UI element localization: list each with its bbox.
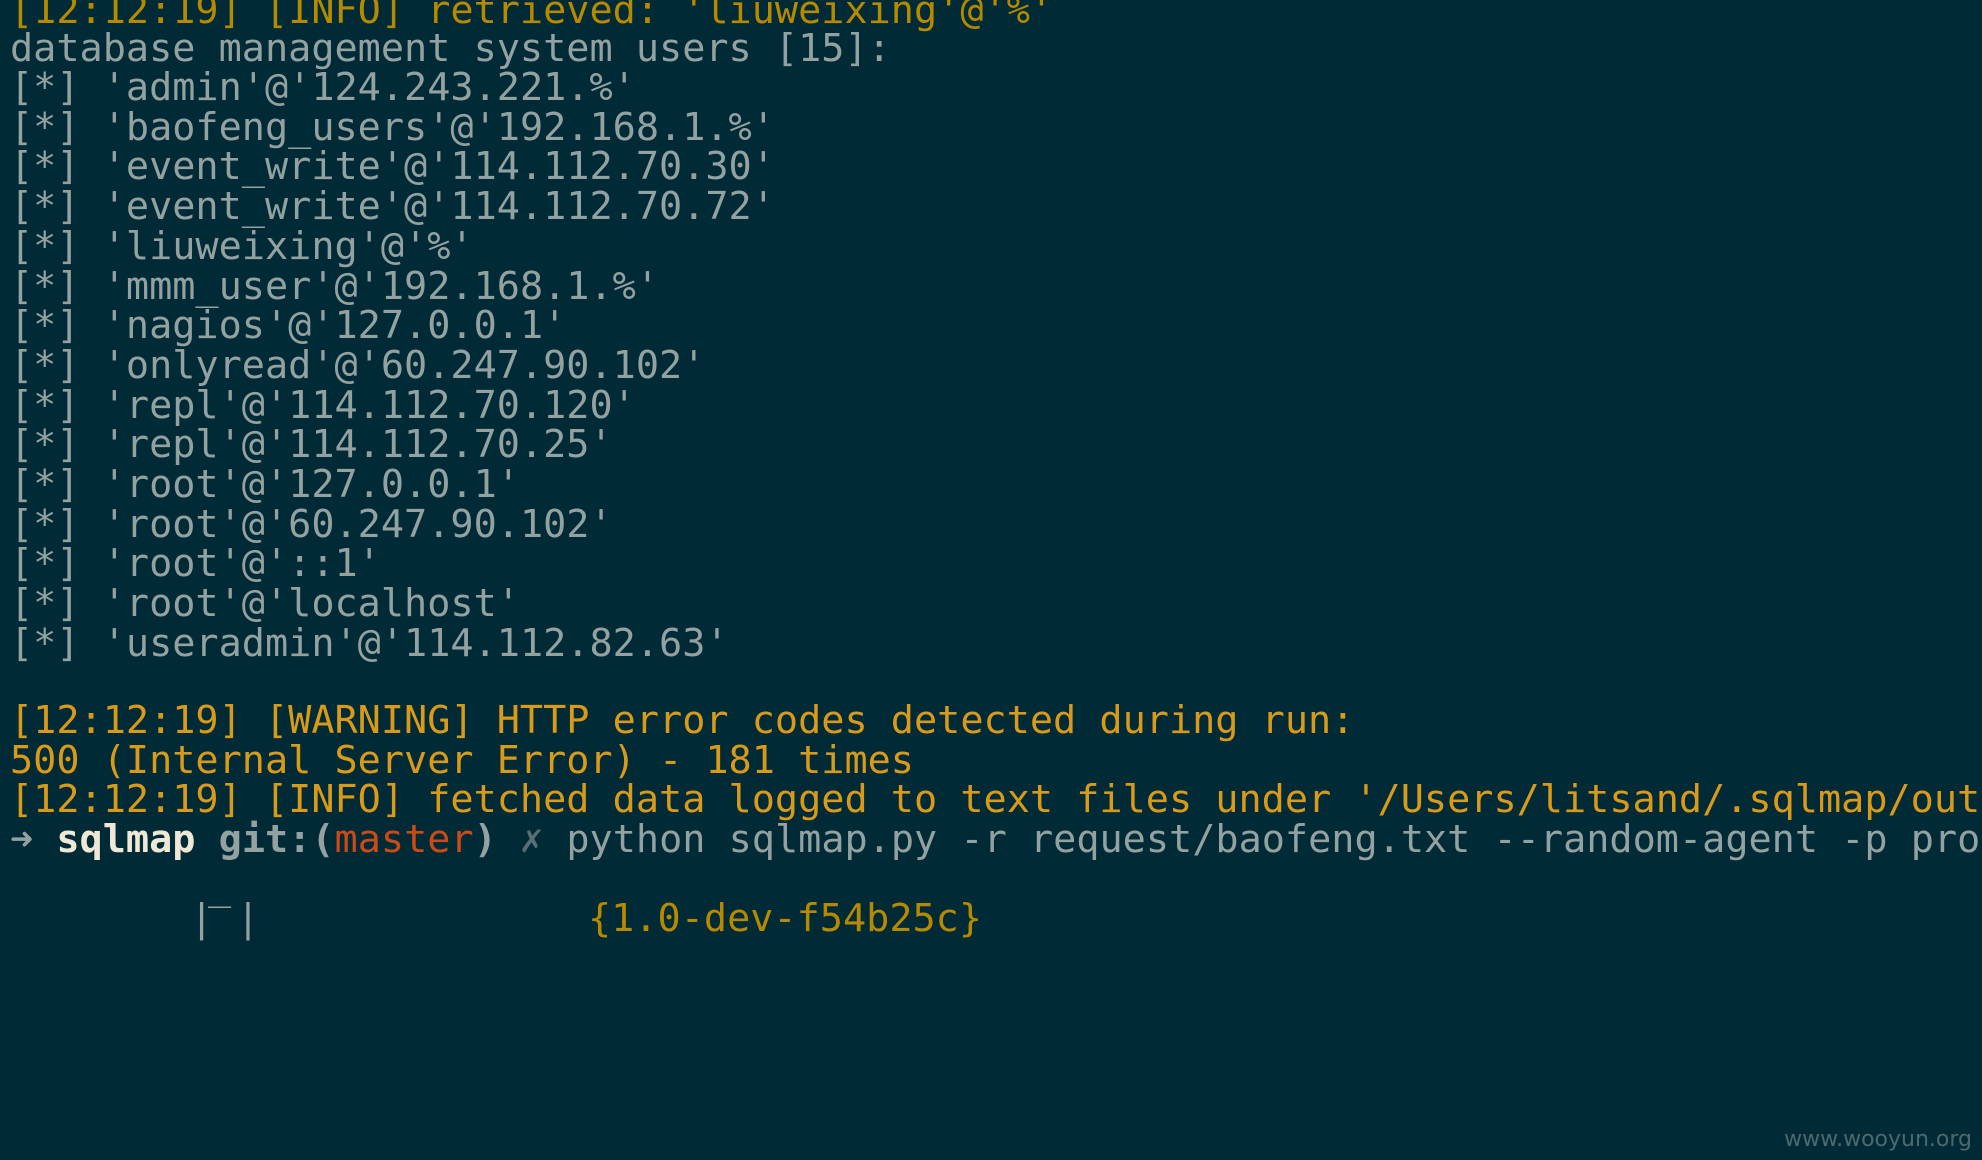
prompt-git-close: ) xyxy=(473,817,497,862)
prompt-git-branch: master xyxy=(334,817,474,862)
watermark: www.wooyun.org xyxy=(1784,1127,1972,1152)
banner-art-bottom: | | xyxy=(190,896,260,941)
terminal-window[interactable]: [12:12:19] [INFO] retrieved: 'liuweixing… xyxy=(0,0,1982,1160)
user-entry-prefix: [*] xyxy=(10,620,103,666)
user-entry-value: 'useradmin'@'114.112.82.63' xyxy=(102,620,729,666)
prompt-directory: sqlmap xyxy=(56,817,196,862)
banner-version: {1.0-dev-f54b25c} xyxy=(588,896,983,941)
shell-prompt-line[interactable]: ➜ sqlmap git:(master) ✗ python sqlmap.py… xyxy=(10,815,1982,865)
command-text[interactable]: python sqlmap.py -r request/baofeng.txt … xyxy=(566,817,1982,862)
prompt-arrow-icon: ➜ xyxy=(10,817,34,862)
prompt-git-label: git:( xyxy=(218,817,335,862)
user-entry: [*] 'useradmin'@'114.112.82.63' xyxy=(10,619,729,669)
dirty-marker-icon: ✗ xyxy=(520,817,544,862)
